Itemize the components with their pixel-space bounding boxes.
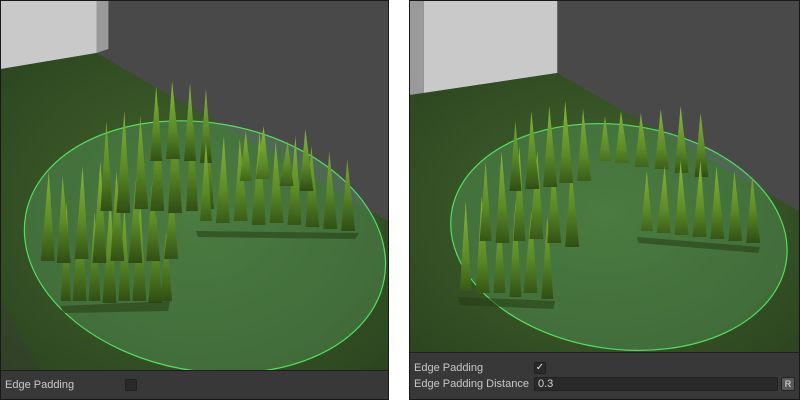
edge-padding-distance-label: Edge Padding Distance bbox=[414, 378, 529, 390]
scene-viewport-right[interactable] bbox=[410, 1, 799, 354]
reset-button[interactable]: R bbox=[781, 377, 795, 391]
edge-padding-checkbox[interactable] bbox=[125, 379, 137, 391]
edge-padding-distance-row: Edge Padding Distance 0.3 R bbox=[414, 376, 795, 392]
edge-padding-distance-field[interactable]: 0.3 bbox=[534, 377, 778, 391]
edge-padding-checkbox[interactable]: ✓ bbox=[534, 362, 546, 374]
inspector-panel-right: Edge Padding ✓ Edge Padding Distance 0.3… bbox=[410, 352, 799, 399]
scene-viewport-left[interactable] bbox=[1, 1, 388, 372]
edge-padding-label: Edge Padding bbox=[414, 362, 484, 374]
edge-padding-row: Edge Padding bbox=[5, 377, 384, 393]
edge-padding-label: Edge Padding bbox=[5, 379, 75, 391]
edge-padding-distance-value: 0.3 bbox=[538, 378, 554, 390]
scene-panel-right: Edge Padding ✓ Edge Padding Distance 0.3… bbox=[409, 0, 800, 400]
edge-padding-row: Edge Padding ✓ bbox=[414, 360, 795, 376]
scene-panel-left: Edge Padding bbox=[0, 0, 389, 400]
inspector-panel-left: Edge Padding bbox=[1, 370, 388, 399]
